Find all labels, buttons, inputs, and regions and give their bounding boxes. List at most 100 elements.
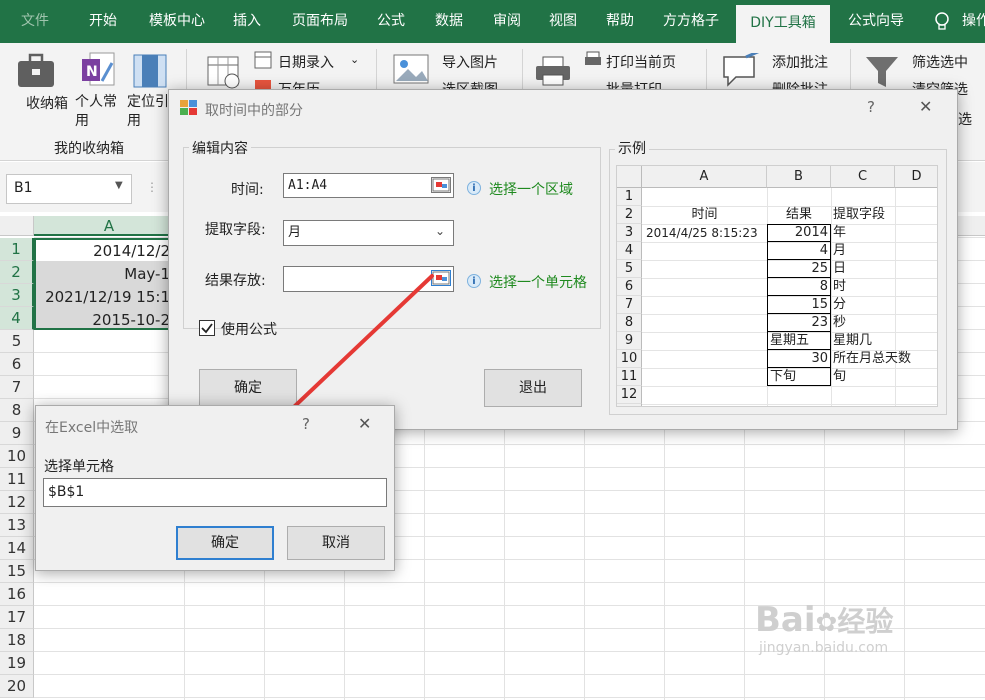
time-range-input[interactable]: A1:A4 — [283, 173, 454, 198]
cancel-button[interactable]: 取消 — [287, 526, 385, 560]
tab-file[interactable]: 文件 — [10, 0, 60, 43]
cell-a3[interactable]: 2021/12/19 15:1 — [36, 288, 170, 306]
example-cell-c6: 时 — [833, 279, 847, 294]
row-header[interactable]: 17 — [0, 606, 34, 629]
locate-ref-icon — [132, 53, 168, 89]
row-header[interactable]: 16 — [0, 583, 34, 606]
row-header[interactable]: 1 — [0, 238, 34, 261]
row-header[interactable]: 2 — [0, 261, 34, 284]
storage-box-button[interactable]: 收纳箱 — [26, 93, 68, 113]
cell-a2[interactable]: May-1 — [36, 265, 170, 283]
time-hint: 选择一个区域 — [489, 182, 573, 198]
dialog-title: 取时间中的部分 — [205, 103, 303, 119]
paw-icon: ✿ — [815, 608, 838, 638]
row-header[interactable]: 19 — [0, 652, 34, 675]
import-picture-button[interactable]: 导入图片 — [442, 52, 498, 72]
chevron-down-icon[interactable]: ⌄ — [350, 53, 359, 66]
lightbulb-icon[interactable] — [934, 12, 950, 32]
filter-other-button[interactable]: 选 — [958, 109, 972, 129]
tab-formulas[interactable]: 公式 — [366, 0, 416, 43]
select-all-corner[interactable] — [0, 216, 34, 236]
row-header[interactable]: 13 — [0, 514, 34, 537]
row-header[interactable]: 11 — [0, 468, 34, 491]
row-header[interactable]: 4 — [0, 307, 34, 330]
name-box[interactable]: B1 ▼ — [6, 174, 132, 204]
time-label: 时间: — [231, 182, 264, 198]
date-entry-button[interactable]: 日期录入 — [278, 52, 334, 72]
tab-formula-wizard[interactable]: 公式向导 — [836, 0, 916, 43]
row-header[interactable]: 15 — [0, 560, 34, 583]
example-cell-c9: 星期几 — [833, 333, 873, 348]
tab-fangfang[interactable]: 方方格子 — [652, 0, 730, 43]
picture-icon — [392, 53, 430, 87]
tab-diy-toolbox[interactable]: DIY工具箱 — [736, 5, 830, 43]
example-cell-a3: 2014/4/25 8:15:23 — [646, 226, 758, 240]
example-row-header: 6 — [617, 278, 642, 296]
example-cell-b9: 星期五 — [768, 332, 830, 350]
tab-view[interactable]: 视图 — [538, 0, 588, 43]
tab-template-center[interactable]: 模板中心 — [140, 0, 214, 43]
tab-home[interactable]: 开始 — [74, 0, 132, 43]
add-comment-button[interactable]: 添加批注 — [772, 52, 828, 72]
example-sheet: A B C D 12345678910111213 时间 结果 提取字段 201… — [616, 165, 938, 407]
grid-line-horizontal — [34, 582, 985, 583]
cell-a4[interactable]: 2015-10-2 — [36, 311, 170, 329]
printer-icon — [534, 55, 572, 87]
tab-help[interactable]: 帮助 — [596, 0, 644, 43]
example-col-c: C — [831, 166, 895, 188]
example-col-d: D — [895, 166, 937, 188]
drag-handle-icon[interactable]: ⋮ — [146, 180, 158, 198]
help-button[interactable]: ? — [302, 415, 310, 433]
example-cell-b7: 15 — [768, 296, 830, 314]
info-icon: i — [467, 274, 481, 288]
close-button[interactable]: ✕ — [358, 414, 371, 433]
chevron-down-icon[interactable]: ⌄ — [435, 224, 445, 238]
row-header[interactable]: 5 — [0, 330, 34, 353]
tab-data[interactable]: 数据 — [424, 0, 474, 43]
example-cell-c10: 所在月总天数 — [833, 351, 912, 366]
field-select[interactable]: 月 — [283, 220, 454, 246]
row-header[interactable]: 20 — [0, 675, 34, 698]
example-row-header: 3 — [617, 224, 642, 242]
exit-button[interactable]: 退出 — [484, 369, 582, 407]
watermark-brand2: 经验 — [837, 605, 894, 638]
help-button[interactable]: ? — [867, 98, 875, 116]
range-picker-icon[interactable] — [431, 177, 451, 193]
cell-a1[interactable]: 2014/12/2 — [36, 242, 170, 260]
example-cell-b5: 25 — [768, 260, 830, 278]
column-header-a[interactable]: A — [34, 216, 184, 236]
row-header[interactable]: 8 — [0, 399, 34, 422]
row-header[interactable]: 12 — [0, 491, 34, 514]
app-icon — [180, 100, 198, 116]
name-box-value: B1 — [14, 180, 33, 196]
close-button[interactable]: ✕ — [919, 97, 932, 116]
row-header[interactable]: 18 — [0, 629, 34, 652]
row-header[interactable]: 7 — [0, 376, 34, 399]
chevron-down-icon[interactable]: ▼ — [115, 180, 123, 191]
tab-insert[interactable]: 插入 — [222, 0, 272, 43]
field-select-value: 月 — [288, 225, 302, 240]
personal-common-button[interactable]: 个人常用 — [75, 93, 125, 131]
ok-button[interactable]: 确定 — [176, 526, 274, 560]
tab-page-layout[interactable]: 页面布局 — [282, 0, 358, 43]
example-row-header: 13 — [617, 404, 642, 406]
example-row-header: 12 — [617, 386, 642, 404]
tab-review[interactable]: 审阅 — [482, 0, 532, 43]
example-cell-b10: 30 — [768, 350, 830, 368]
baidu-watermark: Bai✿经验 jingyan.baidu.com — [755, 600, 893, 656]
filter-selection-button[interactable]: 筛选选中 — [912, 52, 968, 72]
print-current-page-button[interactable]: 打印当前页 — [606, 52, 676, 72]
group-label-storage: 我的收纳箱 — [54, 141, 124, 157]
row-header[interactable]: 3 — [0, 284, 34, 307]
svg-text:N: N — [86, 64, 98, 80]
tell-me-search[interactable]: 操作 — [962, 0, 985, 43]
row-header[interactable]: 9 — [0, 422, 34, 445]
cell-address-input[interactable]: $B$1 — [43, 478, 387, 507]
row-header[interactable]: 14 — [0, 537, 34, 560]
row-header[interactable]: 10 — [0, 445, 34, 468]
locate-ref-button[interactable]: 定位引用 — [127, 93, 173, 131]
row-header[interactable]: 6 — [0, 353, 34, 376]
example-cell-b6: 8 — [768, 278, 830, 296]
example-row-header: 2 — [617, 206, 642, 224]
example-cell-b4: 4 — [768, 242, 830, 260]
